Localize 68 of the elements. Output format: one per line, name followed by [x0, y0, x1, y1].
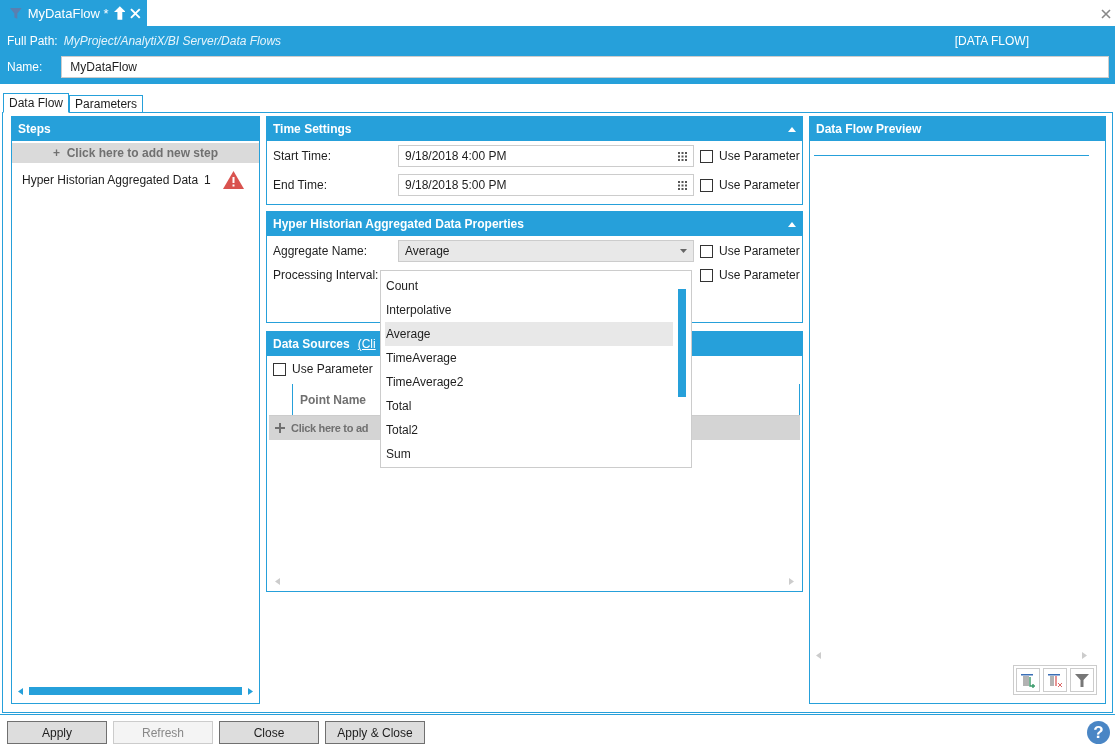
remove-column-button[interactable] — [1043, 668, 1067, 692]
checkbox-label: Use Parameter — [719, 149, 800, 163]
tab[interactable]: Data Flow — [3, 93, 70, 113]
collapse-icon[interactable] — [788, 126, 796, 132]
columns-add-icon — [1020, 672, 1036, 688]
add-step-bar[interactable]: + Click here to add new step — [12, 143, 259, 163]
dropdown-option[interactable]: Count — [385, 274, 673, 298]
dropdown-option[interactable]: Sum — [385, 442, 673, 466]
document-title: MyDataFlow * — [27, 5, 109, 21]
full-path: MyProject/AnalytiX/BI Server/Data Flows — [63, 34, 282, 48]
checkbox-label: Use Parameter — [719, 268, 800, 282]
type-label: [DATA FLOW] — [954, 34, 1029, 48]
close-icon[interactable] — [1101, 9, 1111, 19]
step-item[interactable]: Hyper Historian Aggregated Data 1 — [12, 163, 259, 197]
columns-remove-icon — [1047, 672, 1063, 688]
full-path-label: Full Path: — [7, 34, 58, 48]
checkbox[interactable] — [273, 362, 286, 376]
add-column-button[interactable] — [1016, 668, 1040, 692]
dropdown-option[interactable]: TimeAverage — [385, 346, 673, 370]
checkbox[interactable] — [700, 268, 713, 282]
collapse-icon[interactable] — [788, 221, 796, 227]
datetime-field[interactable]: 9/18/2018 4:00 PM — [398, 145, 694, 167]
scroll-left-icon[interactable] — [18, 687, 23, 695]
scrollbar-thumb[interactable] — [678, 289, 686, 397]
panel-title: Data Sources — [273, 337, 350, 351]
panel-title: Steps — [18, 122, 51, 136]
scroll-right-icon[interactable] — [1082, 652, 1087, 659]
calendar-icon[interactable] — [678, 151, 687, 161]
scroll-right-icon[interactable] — [789, 578, 794, 585]
aggregate-dropdown[interactable]: Average — [398, 240, 694, 262]
checkbox[interactable] — [700, 178, 713, 192]
name-field[interactable]: MyDataFlow — [61, 56, 1109, 78]
step-label: Hyper Historian Aggregated Data — [22, 173, 199, 187]
field-label: End Time: — [273, 178, 329, 192]
dropdown-option[interactable]: Total2 — [385, 418, 673, 442]
dropdown-option[interactable]: TimeAverage2 — [385, 370, 673, 394]
checkbox[interactable] — [700, 244, 713, 258]
datetime-field[interactable]: 9/18/2018 5:00 PM — [398, 174, 694, 196]
caret-icon — [680, 249, 687, 253]
dropdown-option[interactable]: Average — [385, 322, 673, 346]
plus-icon — [275, 423, 285, 433]
filter-button[interactable] — [1070, 668, 1094, 692]
panel-title: Data Flow Preview — [816, 122, 922, 136]
funnel-icon — [1074, 672, 1090, 688]
scroll-left-icon[interactable] — [816, 652, 821, 659]
name-label: Name: — [7, 60, 43, 74]
help-button[interactable]: ? — [1087, 721, 1110, 744]
checkbox-label: Use Parameter — [719, 178, 800, 192]
dropdown-option[interactable]: Total — [385, 394, 673, 418]
checkbox-label: Use Parameter — [719, 244, 800, 258]
footer-button[interactable]: Apply — [7, 721, 107, 744]
footer-button[interactable]: Close — [219, 721, 319, 744]
step-count: 1 — [204, 173, 211, 187]
funnel-icon — [9, 6, 23, 20]
panel-title: Time Settings — [273, 122, 352, 136]
field-label: Processing Interval: — [273, 268, 380, 282]
calendar-icon[interactable] — [678, 180, 687, 190]
field-label: Start Time: — [273, 149, 332, 163]
footer-button[interactable]: Apply & Close — [325, 721, 425, 744]
field-label: Aggregate Name: — [273, 244, 369, 258]
panel-title: Hyper Historian Aggregated Data Properties — [273, 217, 524, 231]
checkbox-label: Use Parameter — [292, 362, 373, 376]
scrollbar-thumb[interactable] — [29, 687, 242, 695]
checkbox[interactable] — [700, 149, 713, 163]
tab[interactable]: Parameters — [69, 95, 144, 113]
dropdown-option[interactable]: Interpolative — [385, 298, 673, 322]
scroll-left-icon[interactable] — [275, 578, 280, 585]
scroll-right-icon[interactable] — [248, 687, 253, 695]
